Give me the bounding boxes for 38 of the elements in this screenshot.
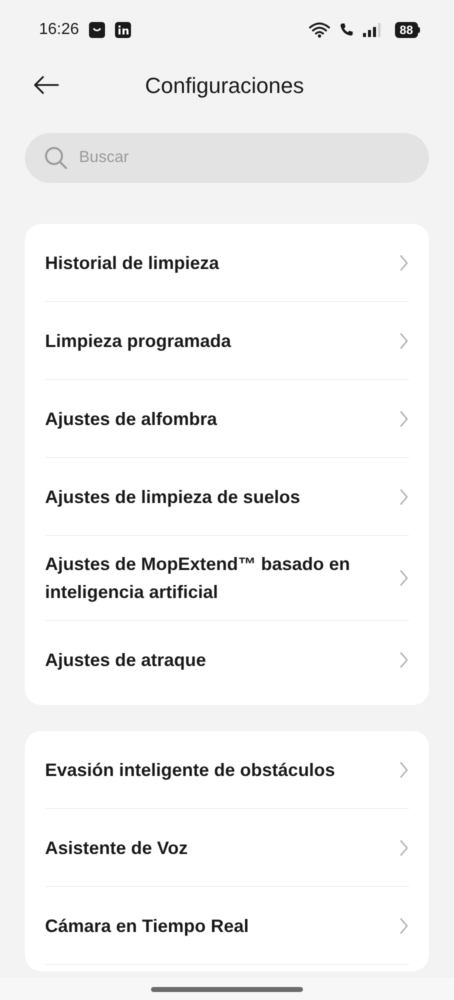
search-icon bbox=[44, 146, 68, 170]
settings-item-label: Ajustes de atraque bbox=[45, 649, 206, 672]
settings-item-label: Asistente de Voz bbox=[45, 836, 188, 860]
wifi-icon bbox=[308, 22, 331, 38]
chevron-right-icon bbox=[399, 651, 409, 669]
chevron-right-icon bbox=[399, 410, 409, 428]
app-notification-icon bbox=[115, 22, 132, 38]
chevron-right-icon bbox=[399, 569, 409, 587]
chevron-right-icon bbox=[399, 916, 409, 934]
settings-item[interactable]: Historial de limpieza bbox=[45, 224, 409, 302]
search-field[interactable]: Buscar bbox=[25, 133, 429, 183]
settings-item[interactable]: Cámara en Tiempo Real bbox=[45, 887, 409, 965]
settings-item-label: Historial de limpieza bbox=[45, 252, 220, 275]
home-indicator[interactable] bbox=[151, 986, 303, 992]
settings-item-label: Ajustes de alfombra bbox=[45, 408, 218, 431]
settings-item-label: Limpieza programada bbox=[45, 330, 232, 353]
settings-item-label: Evasión inteligente de obstáculos bbox=[45, 758, 336, 782]
settings-item[interactable]: Ajustes de limpieza de suelos bbox=[45, 458, 409, 536]
battery-level: 88 bbox=[394, 22, 418, 38]
chevron-right-icon bbox=[399, 838, 409, 856]
settings-item-label: Cámara en Tiempo Real bbox=[45, 914, 249, 938]
settings-item-label: Ajustes de limpieza de suelos bbox=[45, 486, 300, 509]
settings-item[interactable]: Asistente de Voz bbox=[45, 809, 409, 887]
settings-item[interactable]: Ajustes de atraque bbox=[45, 621, 409, 699]
settings-item[interactable]: Evasión inteligente de obstáculos bbox=[45, 731, 409, 809]
settings-item[interactable]: Ajustes de MopExtend™ basado en inteligencia artificial bbox=[45, 536, 409, 621]
settings-item[interactable]: Ajustes de alfombra bbox=[45, 380, 409, 458]
chevron-right-icon bbox=[399, 488, 409, 506]
page-title: Configuraciones bbox=[145, 72, 304, 100]
chevron-right-icon bbox=[399, 332, 409, 350]
phone-icon bbox=[338, 22, 355, 38]
chevron-right-icon bbox=[399, 760, 409, 778]
chevron-right-icon bbox=[399, 254, 409, 272]
status-time: 16:26 bbox=[39, 20, 80, 40]
signal-icon bbox=[362, 22, 381, 38]
app-notification-icon bbox=[89, 22, 106, 38]
settings-item[interactable]: Limpieza programada bbox=[45, 302, 409, 380]
settings-item-label: Ajustes de MopExtend™ basado en inteligencia artificial bbox=[45, 553, 352, 604]
